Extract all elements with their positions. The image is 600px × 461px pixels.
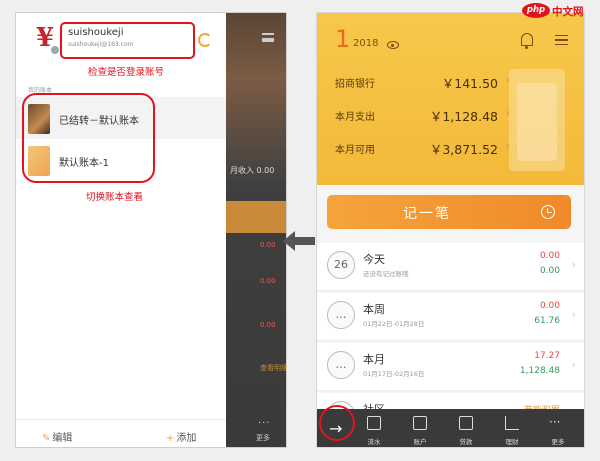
tab-account[interactable]: 账户 <box>401 409 439 447</box>
tab-label: 更多 <box>551 438 565 446</box>
dimmed-background[interactable]: 月收入 0.00 0.00 0.00 0.00 查看明细 ··· 更多 <box>226 13 287 447</box>
tab-flow[interactable]: 流水 <box>355 409 393 447</box>
tab-label: 理财 <box>505 438 519 446</box>
tab-back[interactable]: → <box>317 405 355 447</box>
year-label: 2018 <box>353 38 379 49</box>
period-expense: 17.27 <box>534 351 560 361</box>
period-income: 61.76 <box>534 316 560 326</box>
username[interactable]: suishoukeji <box>68 27 123 38</box>
menu-icon <box>262 33 274 42</box>
more-dots-icon: ··· <box>258 418 271 429</box>
bg-income-text: 月收入 0.00 <box>230 166 275 175</box>
bg-value: 0.00 <box>260 277 276 285</box>
drawer-footer: ✎ 编辑 + 添加 <box>16 419 226 447</box>
tab-loan[interactable]: 贷款 <box>447 409 485 447</box>
period-row-month[interactable]: … 本月 01月17日-02月16日 17.27 1,128.48 › <box>317 343 584 391</box>
chevron-right-icon: › <box>571 308 576 321</box>
calendar-icon: 26 <box>327 251 355 279</box>
php-logo-text: 中文网 <box>552 6 584 18</box>
bottom-tab-bar: → 流水 账户 贷款 理财 ··· 更多 <box>317 405 584 447</box>
summary-label: 本月可用 <box>335 145 375 156</box>
calendar-icon: … <box>327 301 355 329</box>
left-phone-screen: 月收入 0.00 0.00 0.00 0.00 查看明细 ··· 更多 ¥ su… <box>15 12 287 448</box>
account-drawer: ¥ suishoukeji suishoukeji@163.com 检查是否登录… <box>16 13 226 447</box>
screenshot-stage: 月收入 0.00 0.00 0.00 0.00 查看明细 ··· 更多 ¥ su… <box>0 0 600 461</box>
summary-value: ￥141.50 <box>441 76 498 91</box>
period-title: 今天 <box>363 253 385 266</box>
tab-finance[interactable]: 理财 <box>493 409 531 447</box>
summary-row[interactable]: 本月可用 ￥3,871.52 › <box>335 137 510 157</box>
plus-icon: + <box>166 433 175 444</box>
calendar-icon: … <box>327 351 355 379</box>
more-dots-icon: ··· <box>549 415 561 429</box>
summary-label: 招商银行 <box>335 79 375 90</box>
chevron-right-icon: › <box>571 358 576 371</box>
wallet-icon <box>413 416 427 430</box>
period-subtitle: 01月22日-01月28日 <box>363 320 425 328</box>
clock-icon <box>541 205 555 219</box>
books-highlight-box <box>22 93 155 183</box>
card-preview[interactable] <box>509 69 565 171</box>
avatar-badge-icon <box>50 45 60 55</box>
tab-label: 账户 <box>413 438 427 446</box>
summary-value: ￥1,128.48 <box>429 109 498 124</box>
highlight-circle <box>319 405 355 441</box>
tab-more[interactable]: ··· 更多 <box>539 409 577 447</box>
card-inner <box>517 83 557 161</box>
php-logo-oval: php <box>522 3 550 18</box>
pencil-icon: ✎ <box>42 433 51 444</box>
sync-icon[interactable] <box>198 33 212 47</box>
month-number: 1 <box>335 25 351 53</box>
annotation-switch-book: 切换账本查看 <box>86 192 144 203</box>
chevron-right-icon: › <box>571 258 576 271</box>
bg-record-button <box>226 201 286 233</box>
chart-icon <box>505 416 519 430</box>
period-expense: 0.00 <box>539 301 560 311</box>
right-phone-screen: 1 2018 招商银行 ￥141.50 › 本月支出 ￥1,128.48 › 本… <box>316 12 585 448</box>
period-title: 本月 <box>363 353 385 366</box>
add-label: 添加 <box>176 433 197 444</box>
left-arrow-icon <box>283 231 315 251</box>
period-subtitle: 还没有记过账哦 <box>363 270 409 278</box>
tab-label: 流水 <box>367 438 381 446</box>
period-income: 1,128.48 <box>519 366 560 376</box>
bg-value: 查看明细 <box>260 364 287 372</box>
eye-icon[interactable] <box>387 41 399 49</box>
period-title: 本周 <box>363 303 385 316</box>
period-row-week[interactable]: … 本周 01月22日-01月28日 0.00 61.76 › <box>317 293 584 341</box>
edit-button[interactable]: ✎ 编辑 <box>42 429 72 444</box>
user-email: suishoukeji@163.com <box>68 41 134 48</box>
tab-label: 贷款 <box>459 438 473 446</box>
summary-header: 1 2018 招商银行 ￥141.50 › 本月支出 ￥1,128.48 › 本… <box>317 13 584 185</box>
edit-label: 编辑 <box>52 433 73 444</box>
summary-label: 本月支出 <box>335 112 375 123</box>
summary-row[interactable]: 招商银行 ￥141.50 › <box>335 71 510 91</box>
bell-icon[interactable] <box>521 33 533 49</box>
period-income: 0.00 <box>539 266 560 276</box>
bg-value: 0.00 <box>260 321 276 329</box>
period-row-today[interactable]: 26 今天 还没有记过账哦 0.00 0.00 › <box>317 243 584 291</box>
document-icon <box>367 416 381 430</box>
period-subtitle: 01月17日-02月16日 <box>363 370 425 378</box>
summary-row[interactable]: 本月支出 ￥1,128.48 › <box>335 104 510 124</box>
summary-value: ￥3,871.52 <box>429 142 498 157</box>
loan-icon <box>459 416 473 430</box>
annotation-check-login: 检查是否登录账号 <box>88 67 165 78</box>
record-button[interactable]: 记一笔 <box>327 195 571 229</box>
bg-value: 0.00 <box>260 241 276 249</box>
record-button-label: 记一笔 <box>403 206 451 222</box>
bg-more-label: 更多 <box>256 434 270 442</box>
period-expense: 0.00 <box>539 251 560 261</box>
add-button[interactable]: + 添加 <box>166 429 196 444</box>
menu-icon[interactable] <box>555 35 568 45</box>
